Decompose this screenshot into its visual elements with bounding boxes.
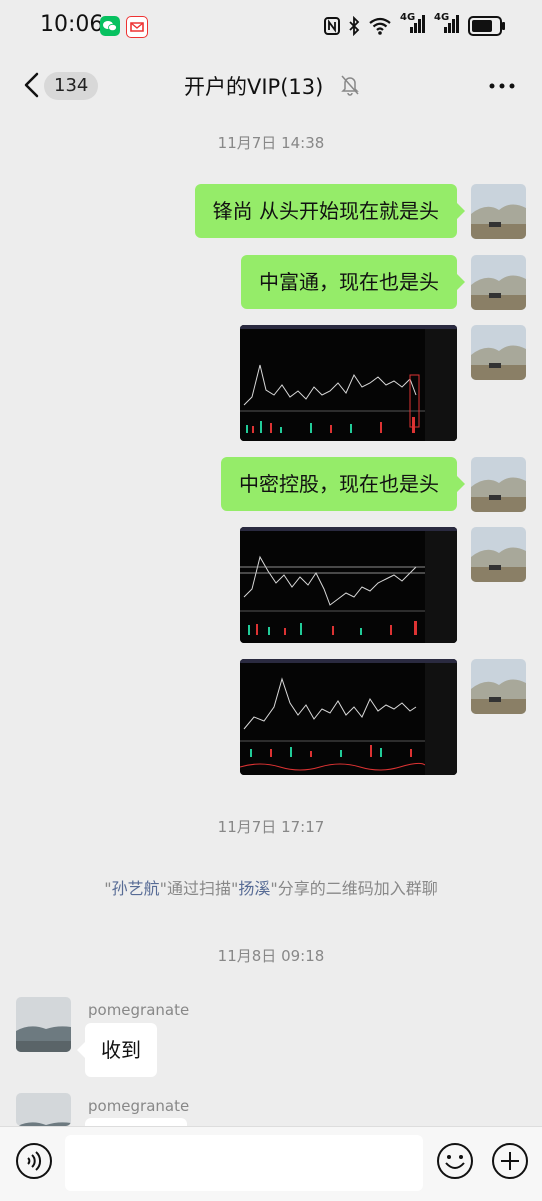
self-avatar[interactable] [471, 457, 526, 512]
status-bar: 10:06 4G 4G [0, 0, 542, 54]
unread-count-badge[interactable]: 134 [44, 72, 99, 100]
message-bubble-self[interactable]: 锋尚 从头开始现在就是头 [194, 184, 466, 238]
self-avatar[interactable] [471, 527, 526, 582]
cell-signal-1-icon: 4G [400, 12, 426, 37]
member-name-link[interactable]: 扬溪 [238, 879, 270, 898]
system-text: "通过扫描" [159, 879, 239, 898]
self-avatar[interactable] [471, 659, 526, 714]
sender-name: pomegranate [88, 1001, 190, 1019]
voice-input-icon[interactable] [14, 1141, 54, 1181]
timestamp: 11月8日 09:18 [217, 947, 325, 965]
status-icons: 4G 4G [324, 12, 505, 37]
battery-icon [468, 15, 505, 36]
mail-app-notification-icon [126, 16, 148, 38]
stock-chart-image[interactable] [240, 325, 457, 441]
member-avatar[interactable] [16, 1093, 71, 1126]
wifi-icon [369, 17, 391, 35]
system-join-message: "孙艺航"通过扫描"扬溪"分享的二维码加入群聊 [0, 875, 542, 899]
chat-header: 134 开户的VIP(13) [0, 54, 542, 114]
message-bubble-self[interactable]: 中富通，现在也是头 [241, 255, 465, 309]
chat-title: 开户的VIP(13) [184, 75, 324, 99]
self-avatar[interactable] [471, 255, 526, 310]
emoji-icon[interactable] [435, 1141, 475, 1181]
wechat-notification-icon [100, 16, 120, 36]
bluetooth-icon [349, 15, 360, 36]
chat-input-bar [0, 1126, 542, 1201]
nfc-icon [324, 16, 340, 35]
sender-name: pomegranate [88, 1097, 190, 1115]
quote: " [104, 879, 112, 898]
message-bubble-other[interactable]: 收到 [77, 1023, 157, 1077]
network-type-label-2: 4G [434, 12, 450, 23]
timestamp: 11月7日 17:17 [217, 818, 325, 836]
system-text: "分享的二维码加入群聊 [270, 879, 438, 898]
timestamp: 11月7日 14:38 [217, 134, 325, 152]
self-avatar[interactable] [471, 325, 526, 380]
muted-bell-icon [341, 75, 359, 96]
stock-chart-image[interactable] [240, 527, 457, 643]
member-avatar[interactable] [16, 997, 71, 1052]
self-avatar[interactable] [471, 184, 526, 239]
add-more-icon[interactable] [490, 1141, 530, 1181]
stock-chart-image[interactable] [240, 659, 457, 775]
message-input[interactable] [65, 1135, 423, 1191]
member-name-link[interactable]: 孙艺航 [112, 879, 160, 898]
message-bubble-self[interactable]: 中密控股，现在也是头 [221, 457, 465, 511]
network-type-label: 4G [400, 12, 416, 23]
more-options-icon[interactable] [488, 82, 516, 90]
message-bubble-other-partial[interactable] [85, 1118, 187, 1126]
status-time: 10:06 [40, 12, 104, 37]
cell-signal-2-icon: 4G [434, 12, 460, 37]
